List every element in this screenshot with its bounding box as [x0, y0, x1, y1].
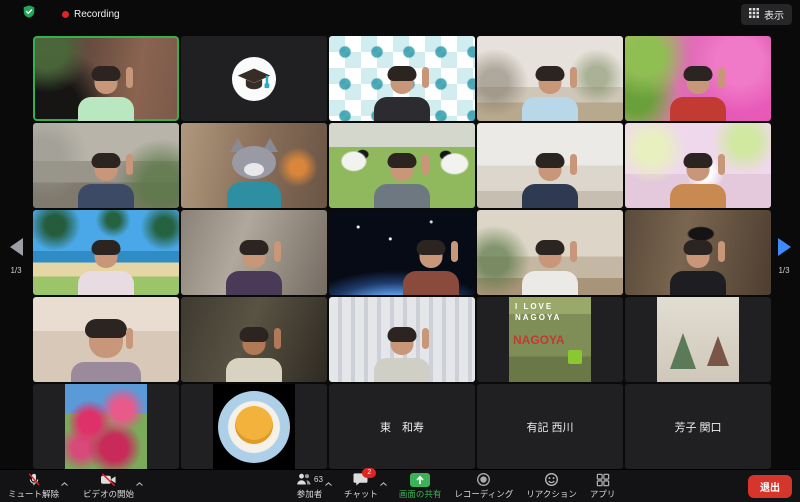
participant-name-label: 有記 西川 [477, 419, 623, 435]
participant-photo-tile[interactable] [181, 384, 327, 469]
video-options-chevron[interactable] [135, 475, 144, 483]
view-button[interactable]: 表示 [741, 4, 792, 25]
person-silhouette [662, 67, 734, 121]
person-silhouette [514, 241, 586, 295]
recording-button[interactable]: レコーディング [452, 469, 515, 502]
participant-video-tile[interactable] [329, 210, 475, 295]
participants-count: 63 [314, 475, 323, 484]
recording-label: Recording [74, 9, 120, 20]
person-silhouette [366, 67, 438, 121]
graduation-cap-avatar-icon [231, 56, 277, 102]
participant-name-tile[interactable]: 東 和寿 [329, 384, 475, 469]
participant-video-tile[interactable] [33, 297, 179, 382]
participant-video-tile[interactable] [477, 210, 623, 295]
security-shield-icon[interactable] [22, 4, 36, 24]
person-silhouette [662, 241, 734, 295]
apps-icon [596, 472, 610, 487]
zoom-meeting-window: Recording 表示 I LOVENAGOYANAGOYA 東 和寿有記 西川… [0, 0, 800, 502]
reactions-button[interactable]: リアクション [524, 469, 579, 502]
bottom-toolbar: ミュート解除 ビデオの開始 [0, 469, 800, 502]
apps-button[interactable]: アプリ [588, 469, 618, 502]
participant-video-tile[interactable] [625, 36, 771, 121]
unmute-button[interactable]: ミュート解除 [6, 469, 61, 502]
unmute-label: ミュート解除 [8, 488, 59, 500]
person-silhouette [70, 328, 142, 382]
cat-character-avatar [214, 136, 294, 208]
green-logo-icon [568, 350, 582, 364]
record-icon [476, 472, 491, 487]
participant-video-tile[interactable] [329, 297, 475, 382]
share-screen-button[interactable]: 画面の共有 [397, 469, 444, 502]
participant-video-tile[interactable] [477, 36, 623, 121]
participant-video-tile[interactable] [181, 210, 327, 295]
apps-label: アプリ [590, 488, 616, 500]
start-video-label: ビデオの開始 [83, 488, 134, 500]
participant-photo-tile[interactable] [625, 297, 771, 382]
participant-avatar-tile[interactable] [181, 36, 327, 121]
person-silhouette [514, 67, 586, 121]
person-silhouette [70, 154, 142, 208]
chat-button[interactable]: 2 チャット [342, 469, 380, 502]
reactions-label: リアクション [526, 488, 577, 500]
participant-photo-tile[interactable]: I LOVENAGOYANAGOYA [477, 297, 623, 382]
recording-indicator: Recording [62, 9, 120, 20]
grid-view-icon [749, 8, 759, 21]
microphone-muted-icon [27, 472, 41, 487]
participant-video-tile[interactable] [625, 123, 771, 208]
page-indicator-right: 1/3 [770, 266, 798, 275]
recording-button-label: レコーディング [454, 488, 513, 500]
participant-video-tile[interactable] [625, 210, 771, 295]
mascot-photo [213, 384, 295, 469]
person-silhouette [395, 241, 467, 295]
chat-badge: 2 [362, 468, 376, 478]
next-page-button[interactable]: 1/3 [770, 238, 798, 275]
person-silhouette [218, 241, 290, 295]
chevron-right-icon [778, 238, 791, 256]
participant-character-tile[interactable] [181, 123, 327, 208]
person-silhouette [662, 154, 734, 208]
person-silhouette [218, 328, 290, 382]
person-silhouette [70, 67, 142, 121]
participant-photo-tile[interactable] [33, 384, 179, 469]
leave-button[interactable]: 退出 [748, 475, 792, 498]
participant-video-tile[interactable] [329, 123, 475, 208]
chat-chevron[interactable] [379, 475, 388, 483]
person-silhouette [514, 154, 586, 208]
flowers-photo [65, 384, 147, 469]
video-grid: I LOVENAGOYANAGOYA 東 和寿有記 西川芳子 関口 [33, 36, 771, 469]
camera-off-icon [100, 472, 117, 487]
chat-label: チャット [344, 488, 378, 500]
participant-name-label: 芳子 関口 [625, 419, 771, 435]
chevron-left-icon [10, 238, 23, 256]
view-button-label: 表示 [764, 7, 784, 22]
participants-button[interactable]: 63 参加者 [294, 469, 325, 502]
start-video-button[interactable]: ビデオの開始 [81, 469, 136, 502]
participant-video-tile[interactable] [181, 297, 327, 382]
participant-name-tile[interactable]: 芳子 関口 [625, 384, 771, 469]
nagoya-photo: I LOVENAGOYANAGOYA [509, 297, 591, 382]
participants-label: 参加者 [297, 488, 323, 500]
participant-video-tile[interactable] [329, 36, 475, 121]
participants-chevron[interactable] [324, 475, 333, 483]
person-silhouette [366, 154, 438, 208]
top-bar: Recording 表示 [0, 0, 800, 28]
participant-name-tile[interactable]: 有記 西川 [477, 384, 623, 469]
person-silhouette [366, 328, 438, 382]
participant-video-tile[interactable] [33, 210, 179, 295]
recording-dot-icon [62, 11, 69, 18]
share-screen-icon [410, 473, 430, 487]
participant-video-tile[interactable] [33, 36, 179, 121]
mute-options-chevron[interactable] [60, 475, 69, 483]
participant-name-label: 東 和寿 [329, 419, 475, 435]
participants-icon [296, 472, 312, 488]
participant-video-tile[interactable] [477, 123, 623, 208]
reactions-icon [544, 472, 559, 487]
person-silhouette [70, 241, 142, 295]
page-indicator-left: 1/3 [2, 266, 30, 275]
share-screen-label: 画面の共有 [399, 488, 442, 500]
participant-video-tile[interactable] [33, 123, 179, 208]
xmas-photo [657, 297, 739, 382]
prev-page-button[interactable]: 1/3 [2, 238, 30, 275]
